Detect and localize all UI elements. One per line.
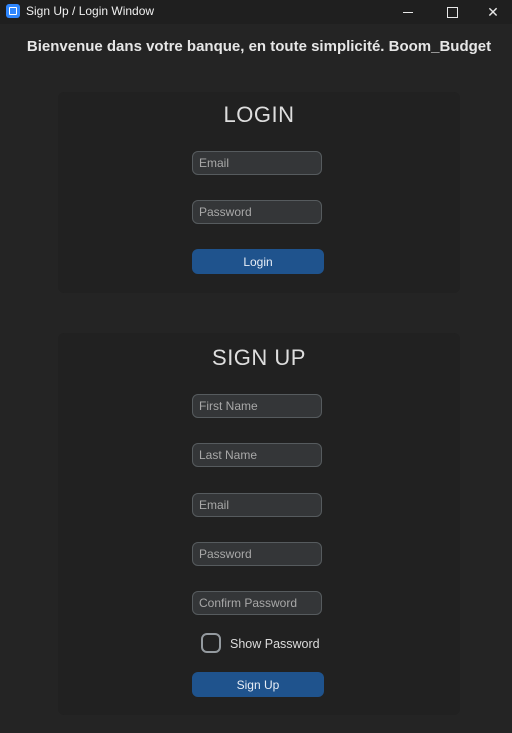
maximize-button[interactable] <box>430 0 474 24</box>
signup-panel: SIGN UP Show Password Sign Up <box>58 333 460 715</box>
login-email-input[interactable] <box>192 151 322 175</box>
minimize-button[interactable] <box>386 0 430 24</box>
signup-confirm-password-input[interactable] <box>192 591 322 615</box>
show-password-label[interactable]: Show Password <box>230 637 320 651</box>
signup-title: SIGN UP <box>212 345 306 370</box>
maximize-icon <box>446 6 458 18</box>
minimize-icon <box>403 11 413 13</box>
show-password-checkbox[interactable] <box>201 633 221 653</box>
close-icon: ✕ <box>487 3 499 20</box>
login-panel: LOGIN Login <box>58 92 460 293</box>
login-password-input[interactable] <box>192 200 322 224</box>
login-title: LOGIN <box>223 102 295 127</box>
signup-email-input[interactable] <box>192 493 322 517</box>
signup-button[interactable]: Sign Up <box>192 672 324 697</box>
window-title: Sign Up / Login Window <box>26 4 155 18</box>
title-bar: Sign Up / Login Window ✕ <box>0 0 512 24</box>
login-button[interactable]: Login <box>192 249 324 274</box>
signup-first-name-input[interactable] <box>192 394 322 418</box>
app-icon <box>6 4 20 18</box>
welcome-heading: Bienvenue dans votre banque, en toute si… <box>26 38 492 55</box>
signup-last-name-input[interactable] <box>192 443 322 467</box>
close-button[interactable]: ✕ <box>474 0 512 24</box>
signup-password-input[interactable] <box>192 542 322 566</box>
